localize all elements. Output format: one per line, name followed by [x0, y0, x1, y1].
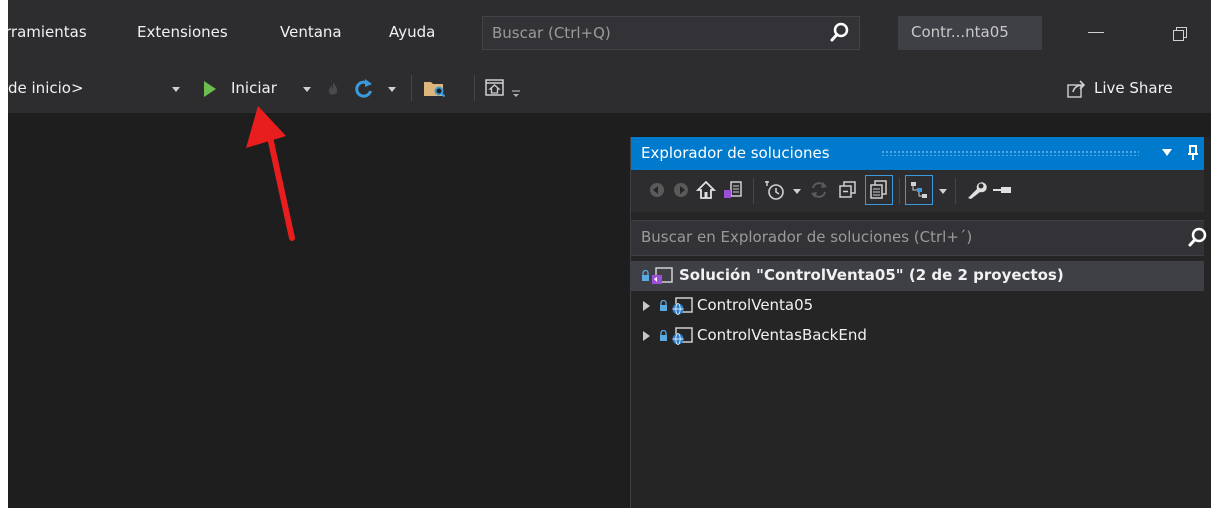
expand-arrow-icon[interactable] [643, 301, 650, 311]
restore-icon[interactable] [1172, 26, 1188, 42]
preview-selected-items-button[interactable] [905, 175, 933, 205]
toolbar-separator [955, 178, 956, 204]
collapse-all-icon[interactable] [838, 180, 858, 200]
startup-dropdown-icon[interactable] [172, 87, 180, 92]
solution-explorer-panel: Explorador de soluciones Buscar en Explo… [630, 137, 1211, 508]
switch-views-icon[interactable] [723, 180, 743, 200]
tree-item-project[interactable]: ControlVentasBackEnd [631, 321, 1204, 351]
minimize-icon[interactable] [1088, 32, 1104, 33]
start-dropdown-icon[interactable] [303, 87, 311, 92]
wrench-icon[interactable] [965, 180, 987, 200]
lock-icon [660, 300, 667, 311]
start-button[interactable]: Iniciar [231, 79, 277, 97]
solution-label: Solución "ControlVenta05" (2 de 2 proyec… [679, 266, 1064, 284]
solution-explorer-toolbar [631, 170, 1204, 212]
toolbar-separator [474, 75, 475, 101]
pending-changes-dropdown-icon[interactable] [793, 189, 801, 194]
menu-bar: rramientas Extensiones Ventana Ayuda Bus… [8, 0, 1211, 65]
menu-herramientas[interactable]: rramientas [8, 23, 87, 41]
search-icon[interactable] [1187, 226, 1209, 250]
refresh-dropdown-icon[interactable] [388, 87, 396, 92]
find-in-files-icon[interactable] [423, 78, 447, 98]
properties-pin-icon[interactable] [993, 186, 1011, 194]
solution-explorer-title: Explorador de soluciones [641, 144, 830, 162]
standard-toolbar: de inicio> Iniciar Live Share [8, 65, 1211, 113]
back-icon[interactable] [649, 182, 665, 198]
solution-title: Contr...nta05 [911, 23, 1009, 41]
chevron-down-icon[interactable] [1162, 149, 1172, 157]
solution-explorer-title-bar[interactable]: Explorador de soluciones [631, 137, 1204, 170]
forward-icon[interactable] [673, 182, 689, 198]
menu-ventana[interactable]: Ventana [280, 23, 342, 41]
browser-link-icon[interactable] [485, 78, 505, 98]
expand-arrow-icon[interactable] [643, 331, 650, 341]
toolbar-overflow-icon[interactable] [511, 90, 521, 98]
pending-changes-icon[interactable] [764, 179, 786, 201]
web-project-icon [672, 327, 693, 345]
solution-tree: Solución "ControlVenta05" (2 de 2 proyec… [631, 261, 1204, 501]
toolbar-separator [411, 75, 412, 101]
solution-explorer-search-input[interactable]: Buscar en Explorador de soluciones (Ctrl… [631, 220, 1207, 256]
project-label: ControlVentasBackEnd [697, 326, 867, 344]
menu-ayuda[interactable]: Ayuda [389, 23, 435, 41]
refresh-icon[interactable] [354, 78, 374, 100]
hot-reload-icon [328, 82, 338, 95]
solution-title-badge: Contr...nta05 [898, 16, 1042, 50]
lock-icon [660, 330, 667, 341]
solution-search-placeholder: Buscar en Explorador de soluciones (Ctrl… [641, 228, 973, 246]
pin-icon[interactable] [1187, 145, 1199, 161]
home-icon[interactable] [696, 180, 716, 200]
lock-icon [642, 270, 649, 281]
live-share-button[interactable]: Live Share [1094, 79, 1173, 97]
web-project-icon [672, 297, 693, 315]
tree-item-solution[interactable]: Solución "ControlVenta05" (2 de 2 proyec… [631, 261, 1204, 291]
global-search-input[interactable]: Buscar (Ctrl+Q) [482, 16, 860, 50]
tree-item-project[interactable]: ControlVenta05 [631, 291, 1204, 321]
live-share-icon[interactable] [1067, 80, 1087, 98]
preview-dropdown-icon[interactable] [939, 189, 947, 194]
show-all-files-button[interactable] [865, 175, 893, 205]
startup-item-selector[interactable]: de inicio> [8, 79, 84, 97]
show-all-files-icon [870, 180, 887, 199]
tree-view-icon [911, 182, 927, 198]
toolbar-separator [753, 178, 754, 204]
solution-icon [652, 267, 673, 284]
project-label: ControlVenta05 [697, 296, 814, 314]
toolbar-separator [899, 178, 900, 204]
title-bar-grip [881, 150, 1139, 156]
search-icon[interactable] [829, 21, 851, 45]
annotation-arrow-icon [246, 106, 295, 241]
global-search-placeholder: Buscar (Ctrl+Q) [492, 24, 611, 42]
menu-extensiones[interactable]: Extensiones [137, 23, 228, 41]
play-icon[interactable] [203, 80, 217, 98]
sync-icon[interactable] [809, 180, 829, 200]
